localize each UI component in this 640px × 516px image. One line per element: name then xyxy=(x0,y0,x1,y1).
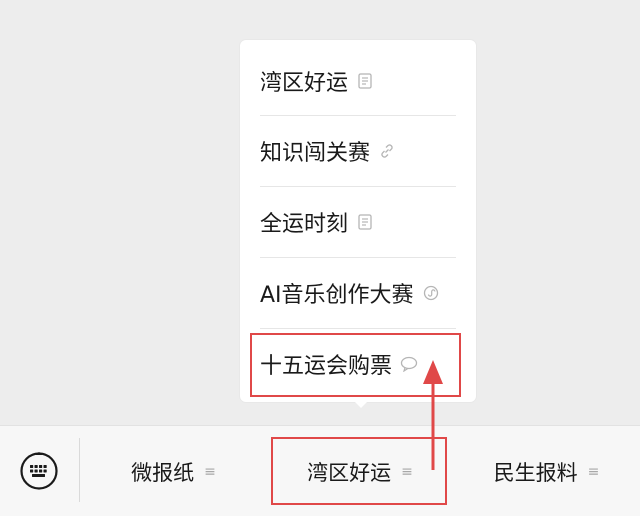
wechat-official-account-menu-screen: 湾区好运 知识闯关赛 全运时刻 AI音乐创作大赛 十五运会购票 微报纸 ≡ 湾区… xyxy=(0,0,640,516)
annotation-arrow xyxy=(423,360,443,470)
